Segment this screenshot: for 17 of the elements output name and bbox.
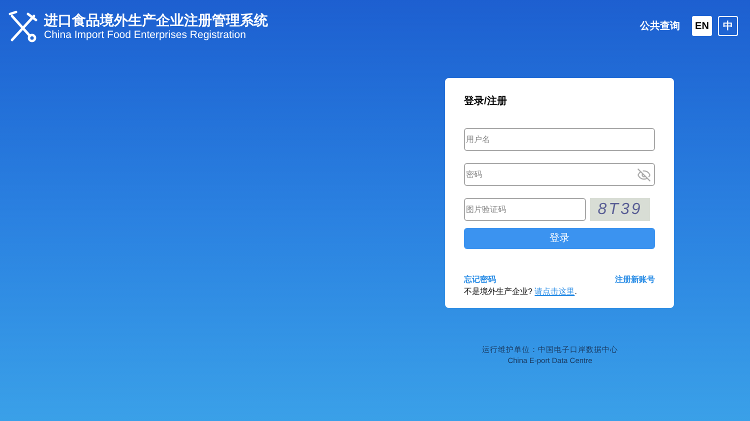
password-field[interactable]: 密码 xyxy=(464,163,655,186)
captcha-field[interactable]: 图片验证码 xyxy=(464,198,586,221)
click-here-link[interactable]: 请点击这里 xyxy=(534,287,575,296)
login-title: 登录/注册 xyxy=(464,94,508,109)
crossed-tools-logo-icon xyxy=(8,10,38,44)
not-enterprise-note: 不是境外生产企业? 请点击这里. xyxy=(464,286,578,298)
hidden-eye-icon[interactable] xyxy=(637,168,651,182)
username-field[interactable]: 用户名 xyxy=(464,128,655,151)
login-button[interactable]: 登录 xyxy=(464,228,655,249)
language-button[interactable]: 中 xyxy=(718,16,738,36)
system-subtitle: China Import Food Enterprises Registration xyxy=(44,29,247,42)
forgot-password-link[interactable]: 忘记密码 xyxy=(464,274,496,286)
register-link[interactable]: 注册新账号 xyxy=(615,274,655,286)
language-button[interactable]: EN xyxy=(692,16,712,36)
captcha-image[interactable]: 8T39 xyxy=(590,198,650,221)
public-query-link[interactable]: 公共查询 xyxy=(640,18,680,34)
system-title: 进口食品境外生产企业注册管理系统 xyxy=(44,12,268,29)
